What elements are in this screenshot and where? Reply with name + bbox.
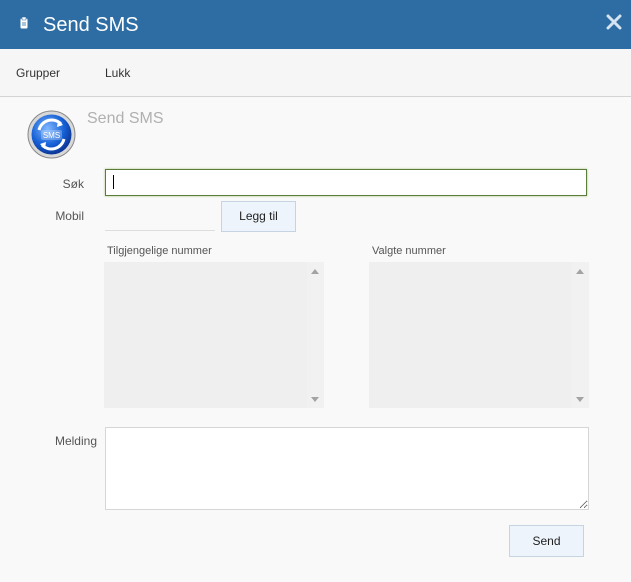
scroll-down-icon[interactable]	[576, 397, 584, 402]
window-titlebar: Send SMS	[0, 0, 631, 49]
scroll-up-icon[interactable]	[576, 269, 584, 274]
clipboard-icon	[20, 17, 28, 29]
close-icon[interactable]	[606, 14, 622, 30]
logo-text: SMS	[43, 131, 60, 140]
selected-list-scrollbar[interactable]	[572, 262, 589, 408]
mobil-input[interactable]	[105, 201, 215, 231]
scroll-down-icon[interactable]	[311, 397, 319, 402]
form-heading: Send SMS	[87, 110, 164, 127]
text-caret	[113, 175, 114, 189]
scroll-up-icon[interactable]	[311, 269, 319, 274]
available-numbers-label: Tilgjengelige nummer	[107, 245, 212, 257]
selected-numbers-label: Valgte nummer	[372, 245, 446, 257]
available-list-scrollbar[interactable]	[307, 262, 324, 408]
mobil-label: Mobil	[55, 209, 84, 223]
window-title: Send SMS	[43, 14, 139, 36]
menu-item-grupper[interactable]: Grupper	[16, 66, 60, 80]
melding-label: Melding	[54, 434, 97, 448]
search-input[interactable]	[105, 169, 587, 196]
menu-item-lukk[interactable]: Lukk	[105, 66, 130, 80]
send-button[interactable]: Send	[509, 525, 584, 557]
available-numbers-list[interactable]	[104, 262, 324, 408]
sms-form: SMS Send SMS Søk Mobil Legg til Tilgjeng…	[0, 97, 631, 582]
selected-numbers-list[interactable]	[369, 262, 589, 408]
add-number-button[interactable]: Legg til	[221, 201, 296, 232]
menu-bar: Grupper Lukk	[0, 49, 631, 97]
sok-label: Søk	[62, 177, 84, 191]
message-textarea[interactable]	[105, 427, 589, 510]
sms-logo-icon: SMS	[27, 110, 76, 159]
